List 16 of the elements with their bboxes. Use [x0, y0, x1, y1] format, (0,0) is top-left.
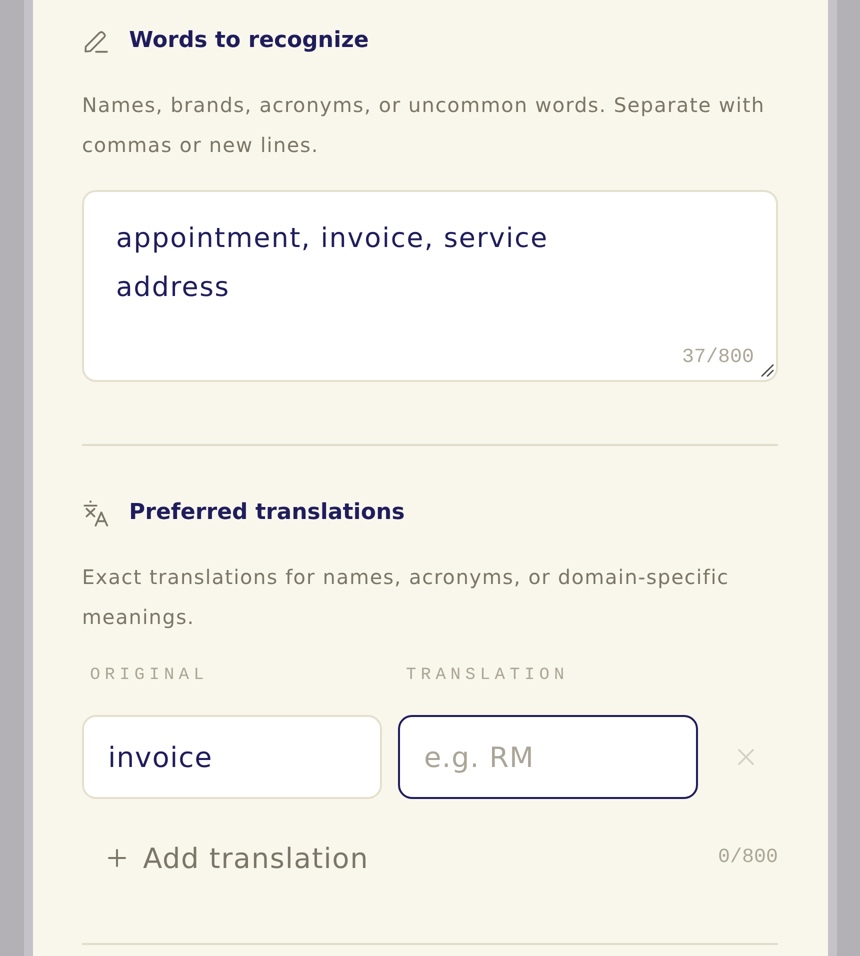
words-textarea[interactable]: appointment, invoice, service address 37/800	[82, 190, 778, 382]
section-title: Preferred translations	[129, 499, 405, 527]
section-description: Names, brands, acronyms, or uncommon words. Separate with commas or new lines.	[82, 92, 766, 159]
original-input[interactable]: invoice	[82, 715, 382, 799]
section-title: Words to recognize	[129, 27, 369, 55]
column-label: TRANSLATION	[405, 666, 569, 686]
character-counter: 0/800	[718, 846, 778, 870]
translate-icon	[82, 499, 110, 527]
character-counter: 37/800	[682, 346, 754, 370]
close-icon	[737, 748, 755, 766]
textarea-text: appointment, invoice, service address	[116, 222, 548, 305]
resize-grip-icon[interactable]	[760, 363, 774, 377]
section-description: Exact translations for names, acronyms, or domain-specific meanings.	[82, 564, 730, 631]
add-translation-button[interactable]: Add translation	[82, 836, 369, 880]
column-label: ORIGINAL	[89, 666, 208, 686]
plus-icon	[108, 849, 126, 867]
